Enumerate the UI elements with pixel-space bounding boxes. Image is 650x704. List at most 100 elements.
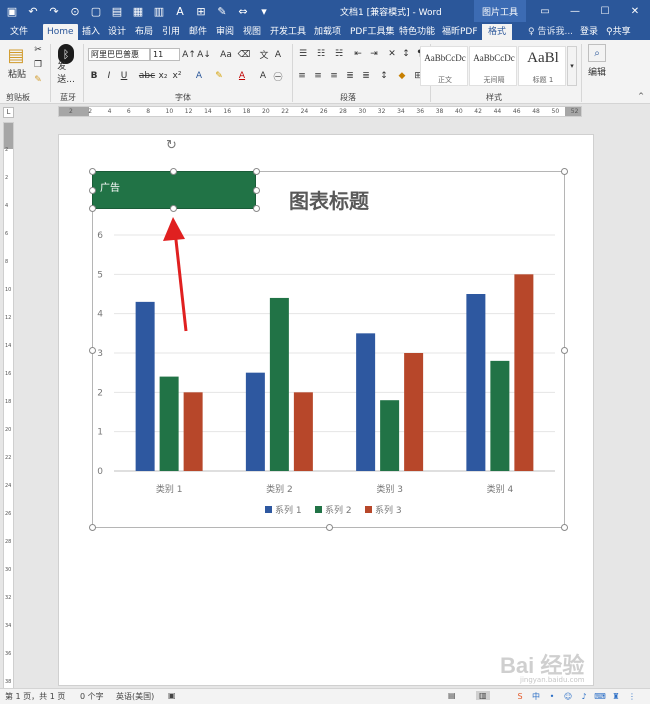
enclose-char-icon[interactable]: ㊀ — [272, 70, 284, 83]
macro-icon[interactable]: ▣ — [168, 691, 176, 700]
chinese-layout-icon[interactable]: ✕ — [386, 48, 398, 60]
draw-icon[interactable]: ✎ — [214, 3, 230, 19]
tab-design[interactable]: 设计 — [108, 24, 126, 40]
style-no-spacing-sample: AaBbCcDc — [473, 53, 515, 63]
collapse-ribbon-icon[interactable]: ^ — [636, 92, 646, 100]
page-count[interactable]: 第 1 页，共 1 页 — [5, 691, 65, 702]
tab-review[interactable]: 审阅 — [216, 24, 234, 40]
change-case-icon[interactable]: Aa — [218, 48, 234, 61]
phonetic-icon[interactable]: 文 — [258, 48, 270, 61]
share-button[interactable]: ⚲共享 — [606, 24, 631, 40]
minimize-icon[interactable]: — — [560, 0, 590, 22]
strikethrough-icon[interactable]: abc — [139, 70, 155, 82]
line-spacing-icon[interactable]: ↕ — [378, 70, 390, 82]
punctuation-icon[interactable]: • — [546, 690, 558, 702]
cut-icon[interactable]: ✂ — [32, 44, 44, 56]
table-icon[interactable]: ⊞ — [193, 3, 209, 19]
editing-button[interactable]: 编辑 — [586, 66, 608, 78]
tab-addins[interactable]: 加载项 — [314, 24, 341, 40]
bullets-icon[interactable]: ☰ — [296, 48, 310, 60]
style-no-spacing[interactable]: AaBbCcDc 无间隔 — [469, 46, 517, 86]
redo-icon[interactable]: ↷ — [46, 3, 62, 19]
read-mode-icon[interactable]: ▤ — [448, 691, 456, 700]
underline-icon[interactable]: U — [118, 70, 130, 82]
tab-foxit[interactable]: 福昕PDF — [442, 24, 478, 40]
align-right-icon[interactable]: ≡ — [328, 70, 340, 82]
voice-icon[interactable]: ♪ — [578, 690, 590, 702]
tab-view[interactable]: 视图 — [243, 24, 261, 40]
font-color-button[interactable]: A — [236, 70, 248, 82]
justify-icon[interactable]: ≣ — [344, 70, 356, 82]
bold-icon[interactable]: B — [88, 70, 100, 82]
ime-chinese-icon[interactable]: 中 — [530, 690, 542, 702]
grow-font-icon[interactable]: A↑ — [182, 48, 196, 61]
distributed-icon[interactable]: ≣ — [360, 70, 372, 82]
char-shading-icon[interactable]: A — [257, 70, 269, 82]
shrink-font-icon[interactable]: A↓ — [197, 48, 211, 61]
superscript-icon[interactable]: x² — [171, 70, 183, 82]
dropdown-icon[interactable]: ▾ — [256, 3, 272, 19]
clear-format-icon[interactable]: ⌫ — [238, 48, 251, 61]
numbering-icon[interactable]: ☷ — [314, 48, 328, 60]
page-icon[interactable]: ▥ — [151, 3, 167, 19]
spacing-icon[interactable]: ⇔ — [235, 3, 251, 19]
tab-pdf-toolset[interactable]: PDF工具集 — [350, 24, 395, 40]
styles-more-icon[interactable]: ▾ — [567, 46, 577, 86]
font-color-icon[interactable]: A — [172, 3, 188, 19]
vertical-ruler[interactable]: 2246810121416182022242628303234363840 — [3, 122, 14, 690]
tab-selector[interactable]: L — [3, 107, 14, 118]
tab-special[interactable]: 特色功能 — [399, 24, 435, 40]
decrease-indent-icon[interactable]: ⇤ — [352, 48, 364, 60]
tab-home[interactable]: Home — [43, 24, 78, 40]
align-left-icon[interactable]: ≡ — [296, 70, 308, 82]
style-heading-1[interactable]: AaBl 标题 1 — [518, 46, 566, 86]
tab-mailings[interactable]: 邮件 — [189, 24, 207, 40]
language[interactable]: 英语(美国) — [116, 691, 154, 702]
toolbox-icon[interactable]: ⋮ — [626, 690, 638, 702]
word-count[interactable]: 0 个字 — [80, 691, 104, 702]
print-layout-icon[interactable]: ▥ — [476, 691, 490, 700]
multilevel-list-icon[interactable]: ☵ — [332, 48, 346, 60]
shading-icon[interactable]: ◆ — [396, 70, 408, 82]
highlight-icon[interactable]: ✎ — [213, 70, 225, 82]
undo-icon[interactable]: ↶ — [25, 3, 41, 19]
new-doc-icon[interactable]: ▢ — [88, 3, 104, 19]
tab-insert[interactable]: 插入 — [82, 24, 100, 40]
print-preview-icon[interactable]: ⊙ — [67, 3, 83, 19]
tab-format[interactable]: 格式 — [482, 24, 513, 40]
maximize-icon[interactable]: ☐ — [590, 0, 620, 22]
style-normal[interactable]: AaBbCcDc 正文 — [420, 46, 468, 86]
document-page[interactable]: 0 1 2 3 4 5 6 类别 1 类别 2 类别 3 类别 4 图表标题 系列 1 系列 2 系列 … — [58, 134, 594, 686]
tell-me-search[interactable]: ♀ 告诉我... — [528, 24, 573, 40]
find-icon[interactable]: ⌕ — [588, 44, 606, 62]
send-button[interactable]: 发送... — [57, 62, 75, 85]
sort-icon[interactable]: ↕ — [400, 48, 412, 60]
login-button[interactable]: 登录 — [580, 24, 598, 40]
char-border-icon[interactable]: A — [272, 48, 284, 61]
keyboard-icon[interactable]: ⌨ — [594, 690, 606, 702]
tab-file[interactable]: 文件 — [10, 24, 28, 40]
horizontal-ruler[interactable]: 2 2 4 6 8 10 12 14 16 18 20 22 24 26 28 30 32 34 36 38 40 42 4… — [58, 106, 582, 117]
clipboard-icon[interactable]: ▤ — [109, 3, 125, 19]
font-name-select[interactable]: 阿里巴巴普惠 — [88, 48, 150, 61]
paste-button[interactable]: 粘贴 — [6, 68, 28, 80]
sogou-icon[interactable]: S — [514, 690, 526, 702]
layout-icon[interactable]: ▦ — [130, 3, 146, 19]
copy-icon[interactable]: ❐ — [32, 59, 44, 71]
font-size-select[interactable]: 11 — [150, 48, 180, 61]
tab-references[interactable]: 引用 — [162, 24, 180, 40]
restore-ribbon-icon[interactable]: ▭ — [530, 0, 560, 22]
emoji-icon[interactable]: ☺ — [562, 690, 574, 702]
italic-icon[interactable]: I — [103, 70, 115, 82]
save-icon[interactable]: ▣ — [4, 3, 20, 19]
text-effects-icon[interactable]: A — [193, 70, 205, 82]
subscript-icon[interactable]: x₂ — [157, 70, 169, 82]
increase-indent-icon[interactable]: ⇥ — [368, 48, 380, 60]
format-painter-icon[interactable]: ✎ — [32, 74, 44, 86]
tab-layout[interactable]: 布局 — [135, 24, 153, 40]
tab-developer[interactable]: 开发工具 — [270, 24, 306, 40]
align-center-icon[interactable]: ≡ — [312, 70, 324, 82]
skin-icon[interactable]: ♜ — [610, 690, 622, 702]
close-icon[interactable]: ✕ — [620, 0, 650, 22]
paste-icon[interactable]: ▤ — [6, 44, 26, 66]
